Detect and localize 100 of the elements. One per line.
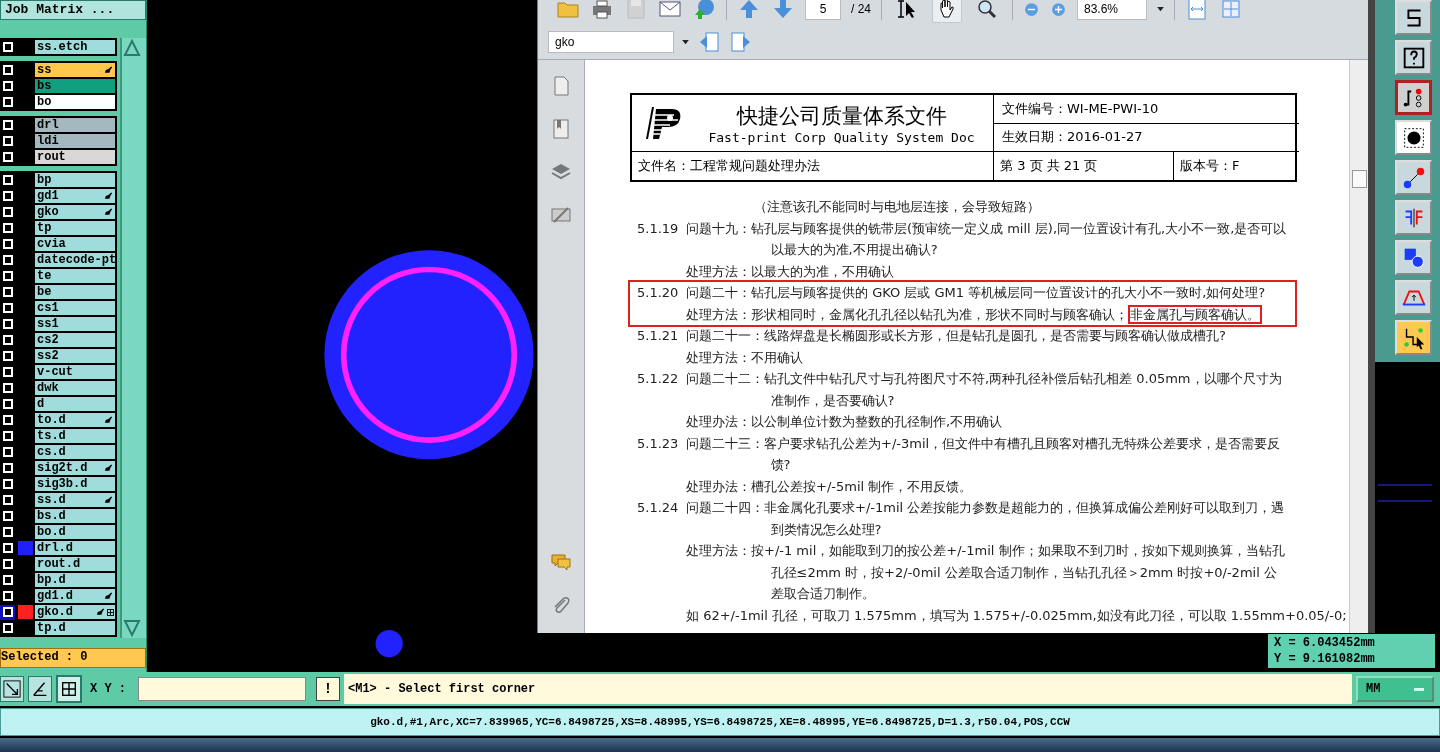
document-number: 文件编号：WI-ME-PWI-10	[994, 95, 1299, 124]
answer-text: 处理方法：形状相同时，金属化孔孔径以钻孔为准，形状不同时与顾客确认；非金属孔与顾客确认。	[686, 303, 1263, 325]
layer-name[interactable]: gko.d	[35, 605, 115, 619]
answer-text: 处理方法：不用确认	[686, 348, 804, 367]
caret-icon[interactable]	[682, 39, 689, 45]
bookmark-dropdown[interactable]: gko	[548, 31, 674, 53]
alert-button[interactable]: !	[316, 677, 340, 701]
layer-name[interactable]: cs1	[35, 301, 115, 315]
layer-checkbox[interactable]	[2, 543, 13, 553]
layer-checkbox[interactable]	[2, 152, 13, 162]
layer-checkbox[interactable]	[2, 511, 13, 521]
layer-name[interactable]: bp	[35, 173, 115, 187]
layer-name[interactable]: d	[35, 397, 115, 411]
layer-checkbox[interactable]	[2, 120, 13, 130]
layer-name[interactable]: ss.etch	[35, 40, 115, 54]
layer-name[interactable]: gd1.d	[35, 589, 115, 603]
layer-name[interactable]: ts.d	[35, 429, 115, 443]
tool-button[interactable]	[56, 675, 82, 703]
layer-name[interactable]: gd1	[35, 189, 115, 203]
layer-name[interactable]: ldi	[35, 134, 115, 148]
layer-checkbox[interactable]	[2, 191, 13, 201]
layer-checkbox[interactable]	[2, 271, 13, 281]
layer-checkbox[interactable]	[2, 97, 13, 107]
layer-name[interactable]: ss.d	[35, 493, 115, 507]
scroll-thumb[interactable]	[1352, 170, 1367, 188]
layer-name[interactable]: rout	[35, 150, 115, 164]
scrollbar[interactable]	[120, 38, 146, 638]
layer-checkbox[interactable]	[2, 223, 13, 233]
layer-name[interactable]: datecode-pt	[35, 253, 115, 267]
layer-name[interactable]: ss1	[35, 317, 115, 331]
layer-checkbox[interactable]	[2, 447, 13, 457]
layer-name[interactable]: ss2	[35, 349, 115, 363]
tool-tile[interactable]	[1395, 80, 1432, 115]
layer-name[interactable]: bs.d	[35, 509, 115, 523]
layer-checkbox[interactable]	[2, 65, 13, 75]
layer-name[interactable]: sig3b.d	[35, 477, 115, 491]
zoom-in-icon[interactable]	[1050, 0, 1067, 18]
layer-name[interactable]: gko	[35, 205, 115, 219]
layer-name[interactable]: tp.d	[35, 621, 115, 635]
layer-checkbox[interactable]	[2, 42, 13, 52]
layer-checkbox[interactable]	[2, 415, 13, 425]
layer-name[interactable]: cs.d	[35, 445, 115, 459]
scroll-down-icon[interactable]	[122, 618, 142, 638]
effective-date: 生效日期：2016-01-27	[1001, 128, 1144, 147]
layer-checkbox[interactable]	[2, 255, 13, 265]
layer-name[interactable]: tp	[35, 221, 115, 235]
caret-icon[interactable]	[1157, 6, 1164, 12]
layer-checkbox[interactable]	[2, 383, 13, 393]
layer-checkbox[interactable]	[2, 399, 13, 409]
layer-checkbox[interactable]	[2, 527, 13, 537]
layer-checkbox[interactable]	[2, 81, 13, 91]
page-number-field[interactable]: 5	[805, 0, 841, 20]
layer-name[interactable]: drl	[35, 118, 115, 132]
layer-checkbox[interactable]	[2, 367, 13, 377]
layer-name[interactable]: bp.d	[35, 573, 115, 587]
layer-name[interactable]: te	[35, 269, 115, 283]
layer-checkbox[interactable]	[2, 431, 13, 441]
status-text: gko.d,#1,Arc,XC=7.839965,YC=6.8498725,XS=8.48995,YS=6.8498725,XE=8.48995,YE=6.8498725,D=1.3,r50.04,POS,CCW	[370, 716, 1070, 728]
layer-name[interactable]: cvia	[35, 237, 115, 251]
scrollbar[interactable]	[1349, 60, 1368, 633]
layer-checkbox[interactable]	[2, 623, 13, 633]
scroll-up-icon[interactable]	[122, 38, 142, 58]
layer-checkbox[interactable]	[2, 575, 13, 585]
zoom-field[interactable]: 83.6%	[1077, 0, 1147, 20]
layer-name[interactable]: dwk	[35, 381, 115, 395]
layer-checkbox[interactable]	[2, 175, 13, 185]
layer-checkbox[interactable]	[2, 287, 13, 297]
layer-name[interactable]: bs	[35, 79, 115, 93]
layer-name[interactable]: sig2t.d	[35, 461, 115, 475]
layer-checkbox[interactable]	[2, 303, 13, 313]
layer-checkbox[interactable]	[2, 559, 13, 569]
layer-checkbox[interactable]	[2, 207, 13, 217]
tool-button[interactable]	[28, 676, 52, 702]
layer-checkbox[interactable]	[2, 335, 13, 345]
version-number: 版本号：F	[1179, 157, 1241, 175]
layer-checkbox[interactable]	[2, 591, 13, 601]
layer-name[interactable]: cs2	[35, 333, 115, 347]
unit-dropdown[interactable]: MM	[1356, 676, 1434, 702]
printer-icon[interactable]	[590, 0, 614, 21]
layer-checkbox[interactable]	[2, 463, 13, 473]
coordinate-input[interactable]	[138, 677, 306, 701]
layer-name[interactable]: be	[35, 285, 115, 299]
layer-name[interactable]: v-cut	[35, 365, 115, 379]
layer-checkbox[interactable]	[2, 136, 13, 146]
grid-icon	[107, 608, 114, 616]
layer-name[interactable]: rout.d	[35, 557, 115, 571]
zoom-out-icon[interactable]	[1023, 0, 1040, 18]
layer-checkbox[interactable]	[2, 479, 13, 489]
layer-name[interactable]: to.d	[35, 413, 115, 427]
question-text: 问题二十四：非金属化孔要求+/-1mil 公差按能力参数是超能力的，但换算成偏公差刚好可以取到刀，遇到类情况怎么处理?	[686, 499, 1286, 539]
layer-name[interactable]: bo	[35, 95, 115, 109]
layer-checkbox[interactable]	[2, 319, 13, 329]
layer-checkbox[interactable]	[2, 495, 13, 505]
layer-checkbox[interactable]	[2, 351, 13, 361]
layer-checkbox[interactable]	[2, 239, 13, 249]
layer-name[interactable]: drl.d	[35, 541, 115, 555]
tool-button[interactable]	[0, 676, 24, 702]
layer-name[interactable]: ss	[35, 63, 115, 77]
tool-button[interactable]	[932, 0, 962, 23]
layer-name[interactable]: bo.d	[35, 525, 115, 539]
